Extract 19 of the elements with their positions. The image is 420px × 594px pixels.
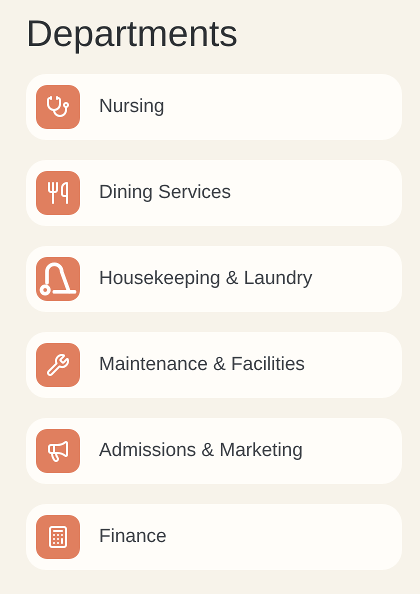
calculator-icon <box>36 515 80 559</box>
wrench-icon <box>36 343 80 387</box>
department-item[interactable]: Finance <box>26 504 402 570</box>
department-label: Housekeeping & Laundry <box>99 266 312 291</box>
department-label: Finance <box>99 524 167 549</box>
department-item[interactable]: Nursing <box>26 74 402 140</box>
department-label: Maintenance & Facilities <box>99 352 305 377</box>
department-label: Admissions & Marketing <box>99 438 303 463</box>
page-title: Departments <box>26 12 239 56</box>
department-item[interactable]: Maintenance & Facilities <box>26 332 402 398</box>
stethoscope-icon <box>36 85 80 129</box>
megaphone-icon <box>36 429 80 473</box>
fork-knife-icon <box>36 171 80 215</box>
department-label: Dining Services <box>99 180 231 205</box>
department-item[interactable]: Admissions & Marketing <box>26 418 402 484</box>
vacuum-cleaner-icon <box>36 257 80 301</box>
department-item[interactable]: Dining Services <box>26 160 402 226</box>
department-item[interactable]: Housekeeping & Laundry <box>26 246 402 312</box>
department-label: Nursing <box>99 94 164 119</box>
